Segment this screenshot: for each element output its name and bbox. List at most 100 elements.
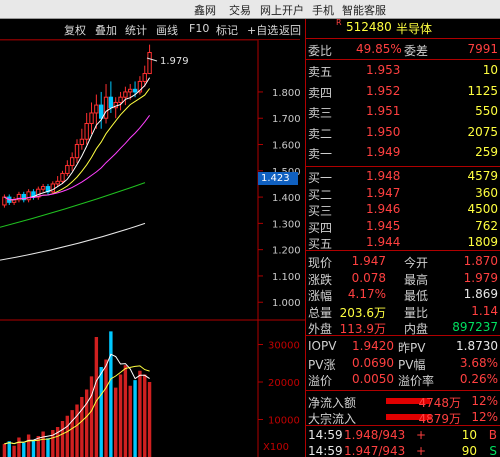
iopv-label: PV涨 xyxy=(308,357,336,372)
iopv-value: 0.26% xyxy=(459,372,498,386)
iopv-row: IOPV 1.9420 昨PV 1.8730 xyxy=(306,338,500,355)
ask-label: 卖二 xyxy=(308,126,333,141)
ask-volume: 1125 xyxy=(467,83,498,98)
stock-title-row: R 512480 半导体 xyxy=(306,18,500,36)
quote-value: 1.870 xyxy=(463,254,498,268)
candle-body xyxy=(128,88,133,93)
current-price-tag: 1.423 xyxy=(258,172,298,185)
candle-body xyxy=(103,96,109,119)
volume-bar xyxy=(75,404,79,457)
quote-label: 最高 xyxy=(404,272,429,287)
volume-bar xyxy=(7,441,11,457)
candle-body xyxy=(123,91,128,98)
quote-label: 量比 xyxy=(404,305,429,320)
iopv-label: 溢价率 xyxy=(398,374,435,388)
bid-volume: 1809 xyxy=(467,235,498,249)
ask-row: 卖五 1.953 10 xyxy=(306,62,500,79)
tick-price: 1.948/943 xyxy=(344,428,406,442)
quote-row: 外盘 113.9万 内盘 897237 xyxy=(306,319,500,336)
bid-label: 买四 xyxy=(308,220,333,235)
tick-side: B xyxy=(488,428,497,442)
quote-label: 总量 xyxy=(308,305,333,320)
flow-percent: 12% xyxy=(471,394,498,408)
volume-bar xyxy=(89,376,94,457)
menu-mobile[interactable]: 手机 xyxy=(312,2,334,18)
ask-label: 卖一 xyxy=(308,147,333,161)
candle-body xyxy=(50,183,56,193)
tick-time: 14:59 xyxy=(308,428,343,442)
iopv-value: 1.9420 xyxy=(352,339,394,353)
tick-volume: 10 xyxy=(461,428,477,442)
iopv-label: PV幅 xyxy=(398,357,426,372)
bid-price: 1.944 xyxy=(366,235,401,249)
quote-value: 1.979 xyxy=(463,270,498,285)
volume-bar xyxy=(147,382,152,457)
quote-label: 现价 xyxy=(308,256,333,270)
quote-panel: R 512480 半导体 委比 49.85% 委差 7991 卖五 1.953 10… xyxy=(305,18,500,457)
volume-tick-label: 20000 xyxy=(268,378,300,389)
ask-volume: 259 xyxy=(475,145,498,159)
candle-body xyxy=(132,88,138,93)
volume-tick-label: 30000 xyxy=(268,341,300,352)
iopv-label: 溢价 xyxy=(308,374,333,388)
price-tick-label: 1.100 xyxy=(272,272,301,283)
volume-bar xyxy=(114,387,118,457)
quote-label: 今开 xyxy=(404,256,429,270)
menu-customer-service[interactable]: 智能客服 xyxy=(342,2,386,18)
price-tick-label: 1.800 xyxy=(272,88,301,99)
volume-axis: 30000 20000 10000 xyxy=(258,341,300,427)
volume-bar xyxy=(84,389,89,457)
ma120-line xyxy=(0,222,146,261)
bid-row: 买一 1.948 4579 xyxy=(306,168,500,185)
volume-bar xyxy=(138,370,142,457)
moving-averages xyxy=(0,77,151,261)
iopv-value: 3.68% xyxy=(459,355,498,370)
candle-body xyxy=(118,96,123,103)
volume-tick-label: 10000 xyxy=(268,416,300,427)
stock-marker: R xyxy=(336,18,342,27)
volume-bar xyxy=(12,445,16,457)
bid-row: 买四 1.945 762 xyxy=(306,218,500,235)
price-tick-label: 1.200 xyxy=(272,246,301,257)
quote-row: 总量 203.6万 量比 1.14 xyxy=(306,303,500,320)
flow-row: 净流入额 4748万 12% xyxy=(306,393,500,410)
ask-label: 卖三 xyxy=(308,106,333,120)
menu-bar-blank xyxy=(410,1,500,18)
volume-bar xyxy=(109,331,113,457)
candle-body xyxy=(79,138,85,146)
volume-bar xyxy=(65,415,70,457)
volume-bar xyxy=(41,431,45,457)
quote-row: 现价 1.947 今开 1.870 xyxy=(306,253,500,270)
ask-volume: 10 xyxy=(482,63,498,77)
volume-bar xyxy=(104,359,108,457)
ask-volume: 550 xyxy=(475,104,498,118)
tick-time: 14:59 xyxy=(308,444,343,457)
quote-value: 1.869 xyxy=(463,287,498,301)
tick-volume: 90 xyxy=(461,444,477,457)
ask-price: 1.952 xyxy=(366,83,401,98)
volume-bar xyxy=(31,440,36,457)
ma60-line xyxy=(0,182,146,228)
price-tick-label: 1.600 xyxy=(272,141,301,152)
volume-bar xyxy=(123,365,128,457)
ask-price: 1.953 xyxy=(366,63,401,77)
iopv-row: PV涨 0.0690 PV幅 3.68% xyxy=(306,355,500,372)
candle-body xyxy=(69,157,75,167)
bid-row: 买二 1.947 360 xyxy=(306,185,500,202)
candle-body xyxy=(55,180,60,185)
bid-label: 买一 xyxy=(308,171,333,185)
iopv-label: 昨PV xyxy=(398,341,426,355)
price-tick-label: 1.000 xyxy=(272,298,301,309)
price-tick-label: 1.400 xyxy=(272,193,301,204)
bid-row: 买五 1.944 1809 xyxy=(306,234,500,251)
volume-bar xyxy=(128,385,132,457)
quote-value: 1.947 xyxy=(351,254,386,268)
bid-label: 买二 xyxy=(308,187,333,202)
volume-bar xyxy=(143,374,147,457)
quote-label: 涨跌 xyxy=(308,272,333,287)
quote-label: 最低 xyxy=(404,289,429,303)
iopv-value: 0.0690 xyxy=(352,355,394,370)
bid-price: 1.946 xyxy=(366,202,401,216)
kline-chart[interactable]: 1.8001.7001.6001.5001.4001.3001.2001.100… xyxy=(0,0,305,457)
candle-body xyxy=(65,165,70,174)
